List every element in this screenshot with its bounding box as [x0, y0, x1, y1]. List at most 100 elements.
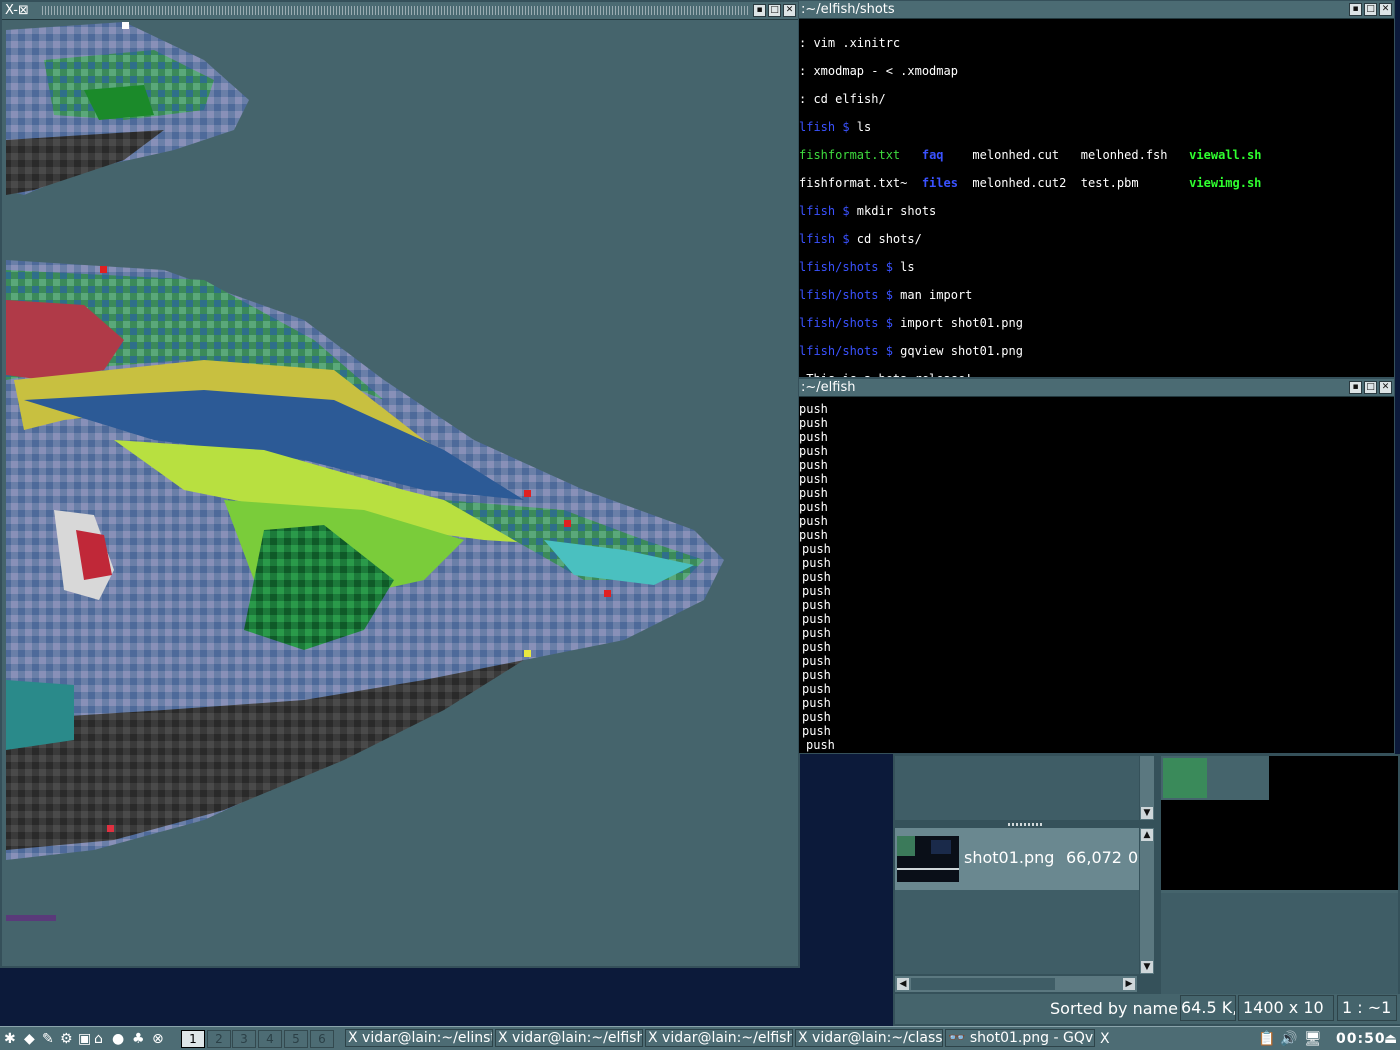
file-thumbnail — [897, 836, 959, 882]
push-text: push — [799, 472, 828, 486]
help-icon[interactable]: ⊗ — [152, 1030, 164, 1048]
minimize-button[interactable]: ▪ — [1349, 3, 1362, 16]
terminal-line: push — [799, 584, 1394, 598]
push-text: push — [802, 654, 831, 668]
terminal-titlebar[interactable]: :~/elfish ▪ □ ✕ — [799, 379, 1394, 397]
x-app-icon[interactable]: X — [1100, 1030, 1110, 1048]
scroll-left-icon[interactable]: ◀ — [897, 978, 909, 990]
terminal-line: lfish $ ls — [799, 120, 872, 134]
terminal-window-shots[interactable]: :~/elfish/shots ▪ □ ✕ : vim .xinitrc : x… — [798, 0, 1395, 378]
terminal-output[interactable]: : vim .xinitrc : xmodmap - < .xmodmap : … — [799, 19, 1394, 377]
terminal-line: push — [799, 738, 1394, 752]
image-viewer-window[interactable]: X-⊠ ▪ □ ✕ — [0, 0, 800, 968]
volume-icon[interactable]: 🔊 — [1280, 1030, 1297, 1048]
terminal-output[interactable]: push push push push push push push push push push… — [799, 397, 1394, 753]
file-list-hscrollbar[interactable]: ◀ ▶ — [895, 976, 1137, 992]
home-icon[interactable]: ⌂ — [94, 1030, 103, 1048]
file-list-scrollbar[interactable]: ▲ ▼ — [1140, 828, 1154, 974]
terminal-line: lfish $ mkdir shots — [799, 204, 937, 218]
push-text: push — [802, 584, 831, 598]
x-app-icon: X — [498, 1030, 508, 1046]
terminal-icon[interactable]: ▣ — [78, 1030, 91, 1048]
push-text: push — [802, 598, 831, 612]
terminal-line: push — [799, 668, 1394, 682]
workspace-3[interactable]: 3 — [232, 1030, 256, 1048]
terminal-line: lfish/shots $ ls — [799, 260, 915, 274]
titlebar-grip — [42, 6, 748, 15]
x-app-icon: X — [348, 1030, 358, 1046]
close-button[interactable]: ✕ — [1379, 3, 1392, 16]
image-window-titlebar[interactable]: X-⊠ ▪ □ ✕ — [2, 2, 798, 20]
task-button-gqview[interactable]: 👓 shot01.png - GQvie — [945, 1029, 1095, 1047]
scroll-up-icon[interactable]: ▲ — [1141, 829, 1153, 841]
push-text: push — [799, 458, 828, 472]
push-text: push — [806, 738, 835, 752]
file-name: shot01.png — [964, 848, 1055, 867]
edit-icon[interactable]: ✎ — [42, 1030, 54, 1048]
task-label: vidar@lain:~/elfish — [662, 1030, 793, 1046]
clipboard-icon[interactable]: 📋 — [1258, 1030, 1275, 1048]
settings-icon[interactable]: ⚙ — [60, 1030, 73, 1048]
minimize-button[interactable]: ▪ — [1349, 381, 1362, 394]
scroll-down-icon[interactable]: ▼ — [1141, 961, 1153, 973]
directory-list[interactable] — [895, 756, 1139, 820]
terminal-line: push — [799, 472, 1394, 486]
taskbar: ✱ ◆ ✎ ⚙ ▣ ⌂ ● ♣ ⊗ 1 2 3 4 5 6 X vidar@la… — [0, 1026, 1400, 1050]
push-text: push — [802, 682, 831, 696]
status-sort[interactable]: Sorted by name — [1050, 999, 1178, 1018]
eject-icon[interactable]: ⏏ — [1384, 1030, 1397, 1048]
push-text: push — [799, 528, 828, 542]
clock: 00:50 — [1336, 1031, 1386, 1047]
task-label: vidar@lain:~/classe — [812, 1030, 943, 1046]
push-text: push — [799, 500, 828, 514]
task-button-elinst[interactable]: X vidar@lain:~/elinst — [345, 1029, 493, 1047]
terminal-line: push — [799, 626, 1394, 640]
push-text: push — [802, 668, 831, 682]
glasses-icon: 👓 — [948, 1030, 966, 1046]
terminal-line: push — [799, 598, 1394, 612]
close-button[interactable]: ✕ — [1379, 381, 1392, 394]
terminal-line: push — [799, 724, 1394, 738]
task-label: vidar@lain:~/elinst — [362, 1030, 493, 1046]
workspace-5[interactable]: 5 — [284, 1030, 308, 1048]
maximize-button[interactable]: □ — [768, 4, 781, 17]
scroll-down-icon[interactable]: ▼ — [1141, 807, 1153, 819]
workspace-4[interactable]: 4 — [258, 1030, 282, 1048]
media-icon[interactable]: ♣ — [132, 1030, 145, 1048]
file-date: 0 — [1128, 848, 1139, 867]
browser-icon[interactable]: ● — [112, 1030, 124, 1048]
minimize-button[interactable]: ▪ — [753, 4, 766, 17]
terminal-line: lfish $ cd shots/ — [799, 232, 922, 246]
workspace-6[interactable]: 6 — [310, 1030, 334, 1048]
terminal-window-elfish[interactable]: :~/elfish ▪ □ ✕ push push push push push push… — [798, 378, 1395, 754]
scroll-right-icon[interactable]: ▶ — [1123, 978, 1135, 990]
status-bar: Sorted by name 64.5 K,( 1400 x 10 1 : ~1 — [895, 994, 1400, 1024]
list-item[interactable]: shot01.png 66,072 0 — [895, 828, 1139, 890]
window-menu-icon[interactable]: X-⊠ — [5, 2, 29, 19]
image-preview[interactable] — [1161, 756, 1398, 994]
scroll-thumb[interactable] — [911, 978, 1055, 990]
maximize-button[interactable]: □ — [1364, 381, 1377, 394]
close-button[interactable]: ✕ — [783, 4, 796, 17]
gqview-window[interactable]: ▼ shot01.png 66,072 0 ▲ ▼ ◀ ▶ Sorted by … — [893, 754, 1400, 1026]
pane-splitter[interactable] — [1008, 823, 1044, 826]
shade-icon[interactable]: ◆ — [24, 1030, 35, 1048]
terminal-line: push — [799, 444, 1394, 458]
terminal-line: lfish/shots $ man import — [799, 288, 973, 302]
task-button-elfish[interactable]: X vidar@lain:~/elfish — [645, 1029, 793, 1047]
terminal-line: push — [799, 528, 1394, 542]
workspace-2[interactable]: 2 — [207, 1030, 231, 1048]
directory-scrollbar[interactable]: ▼ — [1140, 756, 1154, 820]
workspace-1[interactable]: 1 — [181, 1030, 205, 1048]
task-button-elfish-shots[interactable]: X vidar@lain:~/elfish/s — [495, 1029, 643, 1047]
monitor-icon[interactable]: 🖥 — [1304, 1030, 1322, 1048]
task-button-classe[interactable]: X vidar@lain:~/classe — [795, 1029, 943, 1047]
push-text: push — [802, 626, 831, 640]
push-text: push — [802, 542, 831, 556]
maximize-button[interactable]: □ — [1364, 3, 1377, 16]
push-text: push — [799, 486, 828, 500]
terminal-titlebar[interactable]: :~/elfish/shots ▪ □ ✕ — [799, 1, 1394, 19]
start-menu-icon[interactable]: ✱ — [4, 1030, 16, 1048]
terminal-line: push — [799, 458, 1394, 472]
file-list[interactable]: shot01.png 66,072 0 — [895, 828, 1139, 974]
